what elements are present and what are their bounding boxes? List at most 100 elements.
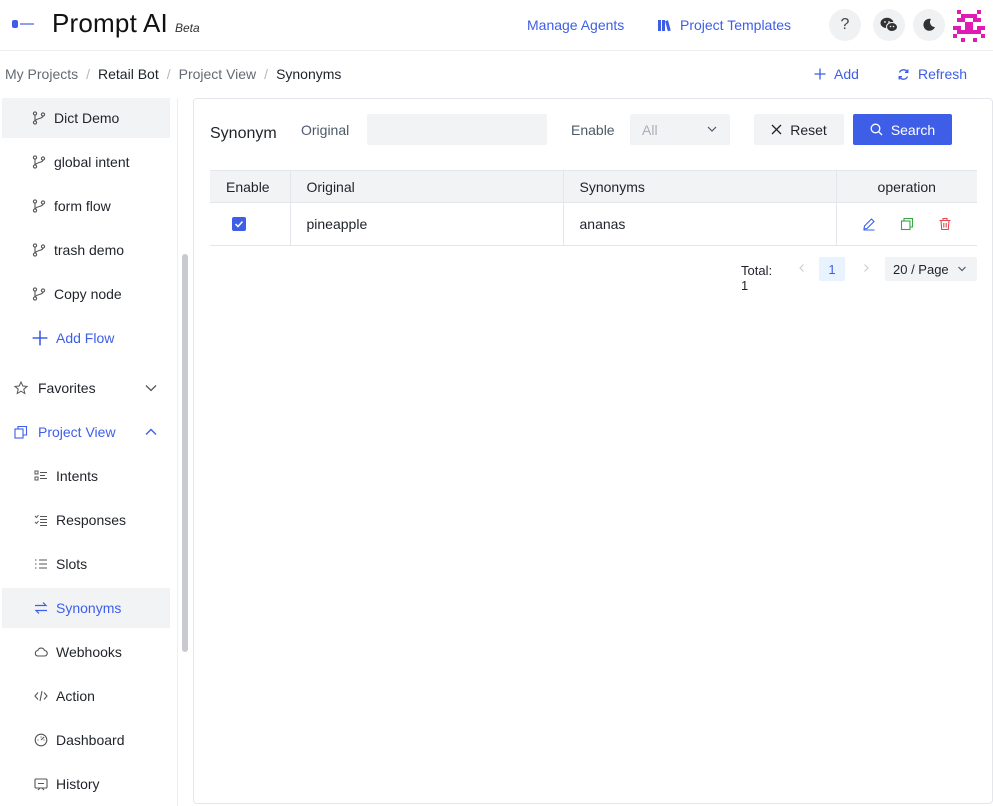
help-icon: ?	[840, 16, 850, 33]
moon-icon	[923, 18, 935, 31]
plus-icon	[32, 330, 48, 346]
chevron-down-icon	[958, 266, 966, 272]
sidebar-scrollbar[interactable]	[182, 254, 188, 652]
add-flow-label: Add Flow	[56, 330, 115, 346]
sidebar-item-label: trash demo	[54, 242, 125, 258]
breadcrumb-separator: /	[264, 66, 269, 82]
chevron-down-icon	[707, 126, 717, 132]
breadcrumb: My Projects / Retail Bot / Project View …	[5, 66, 341, 82]
theme-toggle-button[interactable]	[913, 9, 945, 41]
reset-label: Reset	[790, 121, 827, 138]
column-synonyms: Synonyms	[562, 170, 837, 203]
branch-icon	[32, 287, 46, 301]
library-icon	[658, 20, 671, 32]
sidebar-item-label: Dict Demo	[54, 110, 120, 126]
sidebar-item-label: Webhooks	[56, 644, 122, 660]
table-row: pineapple ananas	[210, 202, 977, 246]
original-cell: pineapple	[289, 202, 564, 246]
pixel-avatar-icon[interactable]	[953, 10, 985, 42]
add-button[interactable]: Add	[814, 66, 859, 82]
original-filter-input[interactable]	[367, 114, 547, 145]
app-logo-icon[interactable]	[12, 17, 36, 31]
top-bar: Prompt AI Beta Manage Agents Project Tem…	[0, 0, 993, 51]
intents-icon	[34, 470, 47, 481]
sidebar-item-label: Slots	[56, 556, 88, 572]
filter-title: Synonym	[210, 125, 277, 142]
star-icon	[14, 381, 28, 395]
chevron-left-icon[interactable]	[797, 263, 807, 273]
pagination-page-1[interactable]: 1	[819, 257, 845, 281]
column-original: Original	[289, 170, 564, 203]
beta-badge: Beta	[175, 21, 200, 35]
sidebar-section-favorites[interactable]: Favorites	[2, 368, 170, 408]
sidebar-item-label: Dashboard	[56, 732, 125, 748]
reset-button[interactable]: Reset	[754, 114, 844, 145]
sidebar-item-action[interactable]: Action	[2, 676, 170, 716]
sidebar-item-dashboard[interactable]: Dashboard	[2, 720, 170, 760]
sidebar-flow-form-flow[interactable]: form flow	[2, 186, 170, 226]
breadcrumb-project-view[interactable]: Project View	[179, 66, 257, 82]
breadcrumb-separator: /	[166, 66, 171, 82]
branch-icon	[32, 155, 46, 169]
search-icon	[870, 123, 883, 136]
add-flow-button[interactable]: Add Flow	[2, 318, 170, 358]
close-icon	[771, 124, 782, 135]
brand-name[interactable]: Prompt AI	[52, 8, 168, 39]
enable-filter-select[interactable]: All	[630, 114, 730, 145]
pagination-total: Total: 1	[741, 263, 773, 293]
chevron-right-icon[interactable]	[861, 263, 871, 273]
sidebar-item-intents[interactable]: Intents	[2, 456, 170, 496]
manage-agents-link[interactable]: Manage Agents	[527, 17, 624, 33]
breadcrumb-my-projects[interactable]: My Projects	[5, 66, 78, 82]
search-button[interactable]: Search	[853, 114, 952, 145]
sidebar-item-history[interactable]: History	[2, 764, 170, 804]
copy-icon[interactable]	[900, 217, 914, 231]
wechat-button[interactable]	[873, 9, 905, 41]
dashboard-icon	[34, 733, 48, 747]
enable-checkbox[interactable]	[232, 217, 246, 231]
sidebar-flow-trash-demo[interactable]: trash demo	[2, 230, 170, 270]
original-filter-label: Original	[301, 122, 350, 138]
breadcrumb-retail-bot[interactable]: Retail Bot	[98, 66, 159, 82]
table-header-row: Enable Original Synonyms operation	[210, 170, 977, 203]
project-view-icon	[14, 425, 28, 439]
help-button[interactable]: ?	[829, 9, 861, 41]
edit-icon[interactable]	[862, 217, 876, 231]
sidebar: Dict Demo global intent form flow trash …	[0, 98, 178, 806]
add-label: Add	[834, 66, 859, 82]
search-label: Search	[890, 121, 936, 138]
sidebar-item-slots[interactable]: Slots	[2, 544, 170, 584]
sidebar-item-responses[interactable]: Responses	[2, 500, 170, 540]
plus-icon	[814, 68, 826, 80]
sidebar-section-project-view[interactable]: Project View	[2, 412, 170, 452]
project-templates-label: Project Templates	[680, 17, 792, 33]
branch-icon	[32, 111, 46, 125]
refresh-label: Refresh	[918, 66, 968, 82]
column-operation: operation	[835, 170, 977, 203]
sidebar-flow-global-intent[interactable]: global intent	[2, 142, 170, 182]
branch-icon	[32, 243, 46, 257]
sidebar-flow-copy-node[interactable]: Copy node	[2, 274, 170, 314]
project-view-label: Project View	[38, 424, 116, 440]
synonyms-table: Enable Original Synonyms operation pinea…	[210, 170, 977, 246]
page-size-value: 20 / Page	[893, 261, 949, 277]
sidebar-flow-dict-demo[interactable]: Dict Demo	[2, 98, 170, 138]
branch-icon	[32, 199, 46, 213]
sidebar-item-webhooks[interactable]: Webhooks	[2, 632, 170, 672]
sidebar-item-label: global intent	[54, 154, 130, 170]
breadcrumb-separator: /	[86, 66, 91, 82]
responses-icon	[34, 514, 47, 526]
slots-icon	[35, 559, 47, 569]
sidebar-item-label: Intents	[56, 468, 99, 484]
wechat-icon	[880, 17, 898, 32]
project-templates-link[interactable]: Project Templates	[658, 17, 791, 33]
enable-filter-label: Enable	[571, 122, 615, 138]
refresh-button[interactable]: Refresh	[897, 66, 967, 82]
sidebar-item-label: Responses	[56, 512, 127, 528]
sidebar-item-synonyms[interactable]: Synonyms	[2, 588, 170, 628]
check-icon	[234, 220, 244, 228]
chevron-up-icon	[145, 428, 157, 435]
delete-icon[interactable]	[938, 217, 952, 231]
page-size-select[interactable]: 20 / Page	[885, 257, 977, 281]
breadcrumb-current: Synonyms	[276, 66, 342, 82]
